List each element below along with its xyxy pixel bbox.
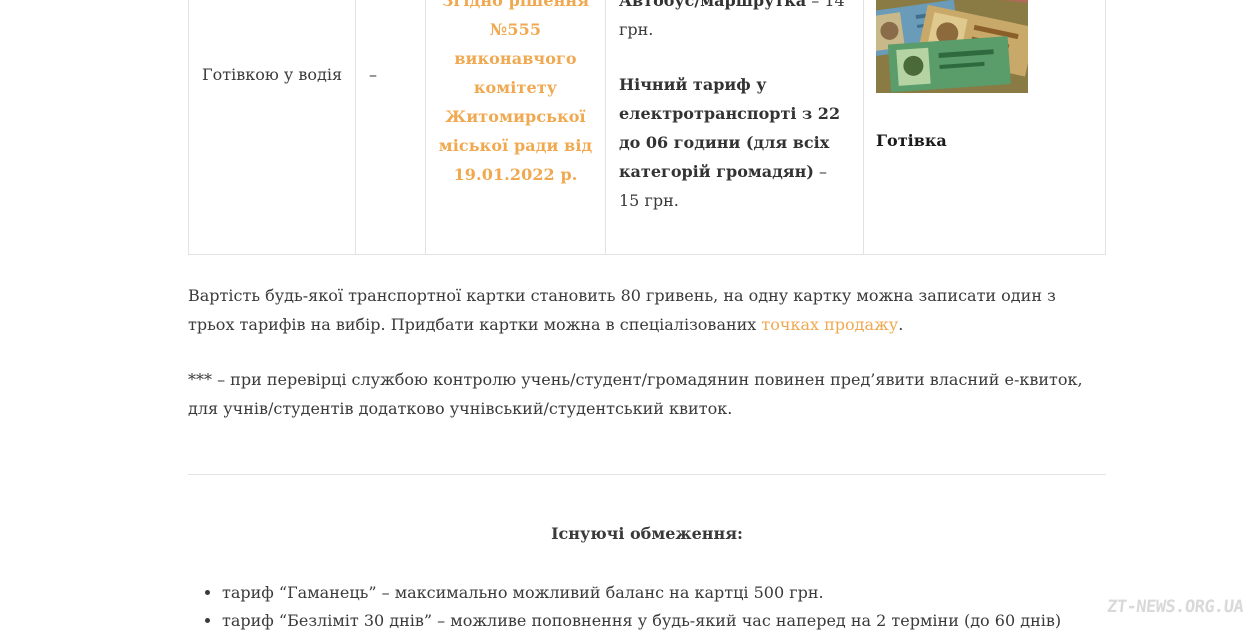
payment-method-text: Готівкою у водія [202, 65, 343, 84]
banknotes-image [876, 0, 1028, 93]
bus-tariff-label: Автобус/маршрутка [619, 0, 807, 10]
table-cell-decision: Згідно рішення №555 виконавчого комітету… [426, 0, 606, 254]
paragraph-end: . [898, 315, 904, 334]
table-cell-payment-method: Готівкою у водія [189, 0, 356, 254]
tariffs-text: Автобус/маршрутка – 14 грн. Нічний тариф… [619, 0, 849, 215]
decision-line: Житомирської [445, 107, 586, 126]
decision-line: виконавчого [454, 49, 577, 68]
table-cell-tariffs: Автобус/маршрутка – 14 грн. Нічний тариф… [606, 0, 864, 254]
decision-line: комітету [473, 78, 558, 97]
control-note-paragraph: *** – при перевірці службою контролю уче… [188, 370, 1083, 418]
limits-title: Існуючі обмеження: [551, 524, 743, 543]
cash-label: Готівка [876, 131, 947, 150]
decision-text: Згідно рішення №555 виконавчого комітету… [436, 0, 595, 189]
transport-card-paragraph: Вартість будь-якої транспортної картки с… [188, 281, 1106, 339]
list-item: тариф “Гаманець” – максимально можливий … [222, 579, 1106, 607]
night-tariff-label: Нічний тариф у електротранспорті з 22 до… [619, 75, 841, 181]
bus-tariff: Автобус/маршрутка – 14 грн. [619, 0, 849, 44]
night-tariff: Нічний тариф у електротранспорті з 22 до… [619, 70, 849, 215]
site-watermark: ZT-NEWS.ORG.UA [1105, 597, 1245, 617]
list-item: тариф “Безліміт 30 днів” – можливе попов… [222, 607, 1106, 635]
decision-line: міської ради від [438, 136, 593, 155]
points-of-sale-link[interactable]: точках продажу [761, 315, 898, 334]
decision-line: №555 [489, 20, 542, 39]
table-cell-dash: – [356, 0, 426, 254]
decision-line: Згідно рішення [441, 0, 590, 10]
dash-text: – [369, 65, 377, 84]
limits-list: тариф “Гаманець” – максимально можливий … [188, 579, 1106, 635]
section-divider [188, 474, 1106, 475]
paragraph-text: Вартість будь-якої транспортної картки с… [188, 286, 1056, 334]
decision-line: 19.01.2022 р. [453, 165, 578, 184]
table-cell-cash: Готівка [864, 0, 1106, 254]
tariff-table: Готівкою у водія – Згідно рішення №555 в… [188, 0, 1106, 255]
